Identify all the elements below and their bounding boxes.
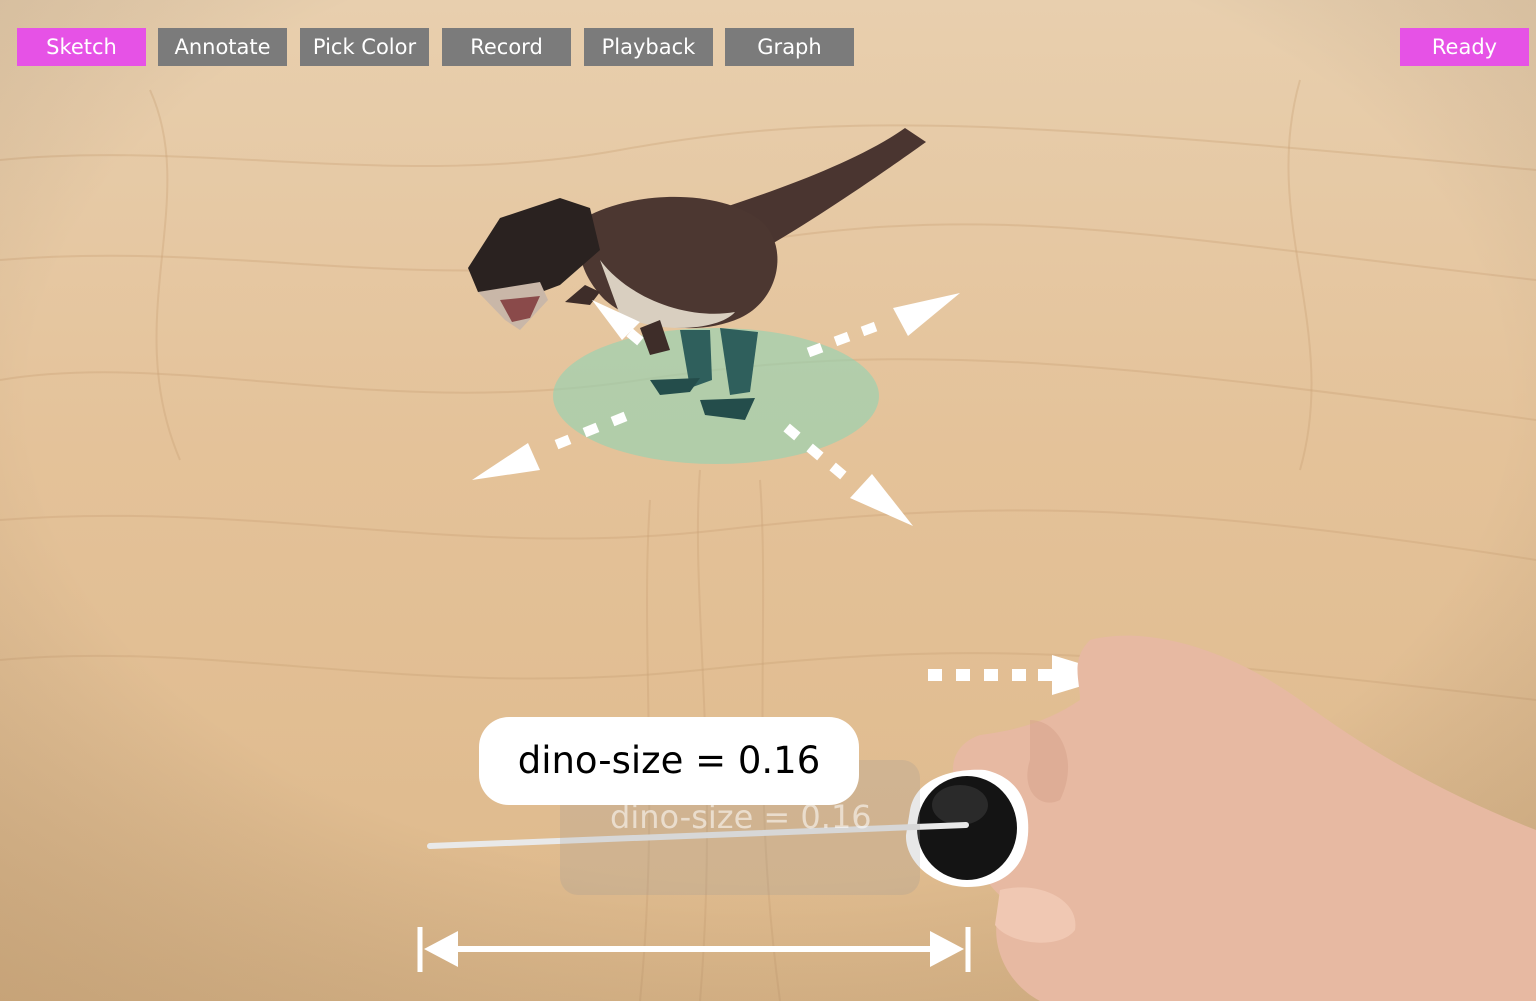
pick-color-button[interactable]: Pick Color xyxy=(300,28,429,66)
annotate-button[interactable]: Annotate xyxy=(158,28,287,66)
graph-button[interactable]: Graph xyxy=(725,28,854,66)
playback-button[interactable]: Playback xyxy=(584,28,713,66)
sketch-button[interactable]: Sketch xyxy=(17,28,146,66)
ground-anchor-disc[interactable] xyxy=(553,328,879,464)
variable-value-label[interactable]: dino-size = 0.16 xyxy=(479,717,859,805)
status-ready-badge: Ready xyxy=(1400,28,1529,66)
record-button[interactable]: Record xyxy=(442,28,571,66)
